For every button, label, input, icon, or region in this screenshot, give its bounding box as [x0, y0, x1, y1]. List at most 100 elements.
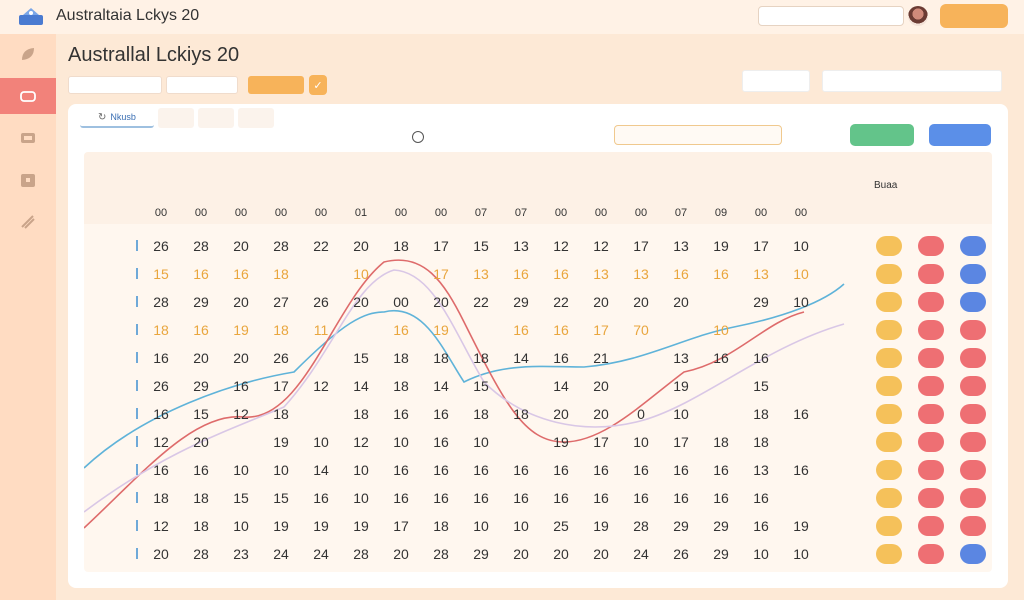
sub-header-cell: 00	[194, 207, 208, 219]
status-pill[interactable]	[960, 320, 986, 340]
status-pill[interactable]	[876, 348, 902, 368]
sidebar-item-home[interactable]	[0, 36, 56, 72]
wallet-icon	[21, 133, 35, 143]
table-cell: 16	[553, 266, 569, 282]
status-pill[interactable]	[876, 376, 902, 396]
status-pill[interactable]	[960, 264, 986, 284]
status-pill[interactable]	[876, 236, 902, 256]
status-pill[interactable]	[918, 404, 944, 424]
check-button[interactable]: ✓	[309, 75, 327, 95]
status-pill[interactable]	[960, 460, 986, 480]
status-pill[interactable]	[918, 348, 944, 368]
table-cell: 18	[753, 406, 769, 422]
status-pill[interactable]	[876, 292, 902, 312]
table-cell: 18	[433, 518, 449, 534]
status-pill[interactable]	[876, 488, 902, 508]
card-search-input[interactable]	[614, 125, 782, 145]
sidebar-item-calendar[interactable]	[0, 162, 56, 198]
status-pill[interactable]	[918, 488, 944, 508]
table-cell: 16	[553, 490, 569, 506]
table-cell: 16	[513, 490, 529, 506]
table-cell: 16	[673, 462, 689, 478]
table-cell: 16	[473, 462, 489, 478]
table-cell: 16	[513, 322, 529, 338]
table-cell: 16	[153, 462, 169, 478]
status-pill[interactable]	[960, 376, 986, 396]
status-pill[interactable]	[876, 264, 902, 284]
table-cell: 15	[353, 350, 369, 366]
status-pill[interactable]	[876, 516, 902, 536]
blue-action-button[interactable]	[929, 124, 991, 146]
status-pill[interactable]	[876, 404, 902, 424]
row-marker	[136, 408, 138, 419]
table-cell: 16	[793, 406, 809, 422]
pencil-icon	[21, 215, 35, 229]
table-cell: 14	[313, 462, 329, 478]
status-pill[interactable]	[960, 516, 986, 536]
tab-1[interactable]: ↻ Nkusb	[80, 108, 154, 128]
search-input[interactable]	[758, 6, 904, 26]
avatar[interactable]	[908, 6, 928, 26]
filter-field-1[interactable]	[68, 76, 162, 94]
table-cell: 19	[233, 322, 249, 338]
status-pill[interactable]	[960, 544, 986, 564]
right-field-2[interactable]	[822, 70, 1002, 92]
table-cell: 18	[193, 490, 209, 506]
status-pill[interactable]	[960, 348, 986, 368]
sidebar-item-dashboard[interactable]	[0, 78, 56, 114]
status-pill[interactable]	[876, 544, 902, 564]
table-cell: 10	[753, 546, 769, 562]
apply-filter-button[interactable]	[248, 76, 304, 94]
status-pill[interactable]	[918, 292, 944, 312]
status-pill[interactable]	[918, 516, 944, 536]
tab-2[interactable]	[157, 108, 194, 128]
status-pill[interactable]	[918, 376, 944, 396]
status-pill[interactable]	[876, 432, 902, 452]
status-pill[interactable]	[876, 320, 902, 340]
sub-header-cell: 00	[314, 207, 328, 219]
logo-icon	[19, 8, 43, 25]
status-pill[interactable]	[960, 432, 986, 452]
table-cell: 18	[713, 434, 729, 450]
sub-header-cell: 00	[274, 207, 288, 219]
status-pill[interactable]	[876, 460, 902, 480]
table-cell: 16	[593, 462, 609, 478]
table-cell: 16	[633, 462, 649, 478]
table-cell: 16	[673, 266, 689, 282]
table-cell: 24	[633, 546, 649, 562]
sidebar-item-wallet[interactable]	[0, 120, 56, 156]
row-marker	[136, 464, 138, 475]
status-pill[interactable]	[918, 264, 944, 284]
green-action-button[interactable]	[850, 124, 914, 146]
table-cell: 24	[313, 546, 329, 562]
status-pill[interactable]	[918, 544, 944, 564]
table-cell: 10	[793, 294, 809, 310]
tab-4[interactable]	[237, 108, 274, 128]
filter-field-2[interactable]	[166, 76, 238, 94]
table-cell: 29	[753, 294, 769, 310]
right-field-1[interactable]	[742, 70, 810, 92]
table-cell: 16	[313, 490, 329, 506]
tab-3[interactable]	[197, 108, 234, 128]
table-cell: 16	[713, 462, 729, 478]
status-pill[interactable]	[918, 320, 944, 340]
sub-header-cell: 09	[714, 207, 728, 219]
sub-header-cell: 00	[434, 207, 448, 219]
table-cell: 16	[193, 462, 209, 478]
sub-header-cell: 00	[154, 207, 168, 219]
table-cell: 29	[673, 518, 689, 534]
sidebar-item-tools[interactable]	[0, 204, 56, 240]
top-action-button[interactable]	[940, 4, 1008, 28]
status-pill[interactable]	[960, 488, 986, 508]
status-pill[interactable]	[960, 292, 986, 312]
status-pill[interactable]	[960, 404, 986, 424]
status-pill[interactable]	[918, 432, 944, 452]
row-marker	[136, 240, 138, 251]
status-pill[interactable]	[918, 236, 944, 256]
table-cell: 19	[593, 518, 609, 534]
radio-option[interactable]	[412, 131, 424, 143]
table-cell: 13	[673, 350, 689, 366]
status-pill[interactable]	[960, 236, 986, 256]
status-pill[interactable]	[918, 460, 944, 480]
table-cell: 10	[353, 266, 369, 282]
